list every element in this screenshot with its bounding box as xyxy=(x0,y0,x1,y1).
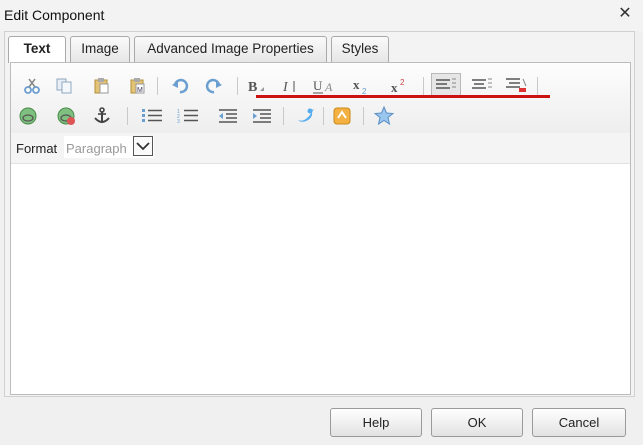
toolbar-divider xyxy=(283,107,284,125)
paste-icon[interactable] xyxy=(91,75,113,97)
dialog-title: Edit Component xyxy=(4,7,105,23)
svg-text:2: 2 xyxy=(400,78,405,87)
toolbar-divider xyxy=(537,77,538,95)
source-edit-icon[interactable] xyxy=(331,105,353,127)
annotation-underline xyxy=(256,95,550,98)
text-tab-content: M B I UA x2 x2 1 2 3 Format Paragraph xyxy=(10,62,631,395)
tab-text[interactable]: Text xyxy=(8,36,66,63)
ok-button[interactable]: OK xyxy=(431,408,523,437)
redo-icon[interactable] xyxy=(203,75,225,97)
format-bar: Format Paragraph xyxy=(11,133,630,164)
cut-icon[interactable] xyxy=(21,75,43,97)
indent-icon[interactable] xyxy=(251,105,273,127)
toolbar-divider xyxy=(237,77,238,95)
edit-component-dialog: Edit Component ✕ Text Image Advanced Ima… xyxy=(0,0,643,445)
svg-text:A: A xyxy=(324,80,333,94)
format-select[interactable]: Paragraph xyxy=(64,136,154,158)
toolbar-divider xyxy=(323,107,324,125)
svg-text:x: x xyxy=(391,80,398,95)
dialog-titlebar[interactable]: Edit Component ✕ xyxy=(0,0,643,31)
toolbar-divider xyxy=(157,77,158,95)
format-label: Format xyxy=(16,141,58,156)
tab-image[interactable]: Image xyxy=(70,36,130,62)
cancel-button[interactable]: Cancel xyxy=(532,408,626,437)
outdent-icon[interactable] xyxy=(217,105,239,127)
svg-text:3: 3 xyxy=(177,119,180,124)
chevron-down-icon[interactable] xyxy=(133,136,153,156)
undo-icon[interactable] xyxy=(169,75,191,97)
copy-icon[interactable] xyxy=(53,75,75,97)
toolbar-divider xyxy=(423,77,424,95)
tab-advanced-image-properties[interactable]: Advanced Image Properties xyxy=(134,36,327,62)
twitter-icon[interactable] xyxy=(295,105,317,127)
special-char-icon[interactable] xyxy=(373,105,395,127)
tab-styles[interactable]: Styles xyxy=(331,36,389,62)
toolbar-divider xyxy=(127,107,128,125)
svg-text:B: B xyxy=(248,80,257,95)
svg-text:M: M xyxy=(137,87,143,94)
format-value: Paragraph xyxy=(66,141,127,156)
help-button[interactable]: Help xyxy=(330,408,422,437)
paste-from-word-icon[interactable]: M xyxy=(127,75,149,97)
close-icon[interactable]: ✕ xyxy=(615,4,635,24)
toolbar-divider xyxy=(363,107,364,125)
rich-text-editor-area[interactable] xyxy=(11,164,630,394)
link-icon[interactable] xyxy=(17,105,39,127)
svg-text:x: x xyxy=(353,77,360,92)
svg-text:I: I xyxy=(282,80,289,95)
unlink-icon[interactable] xyxy=(55,105,77,127)
svg-text:U: U xyxy=(313,78,323,93)
bulleted-list-icon[interactable] xyxy=(141,105,163,127)
numbered-list-icon[interactable]: 123 xyxy=(177,105,199,127)
anchor-icon[interactable] xyxy=(91,105,113,127)
